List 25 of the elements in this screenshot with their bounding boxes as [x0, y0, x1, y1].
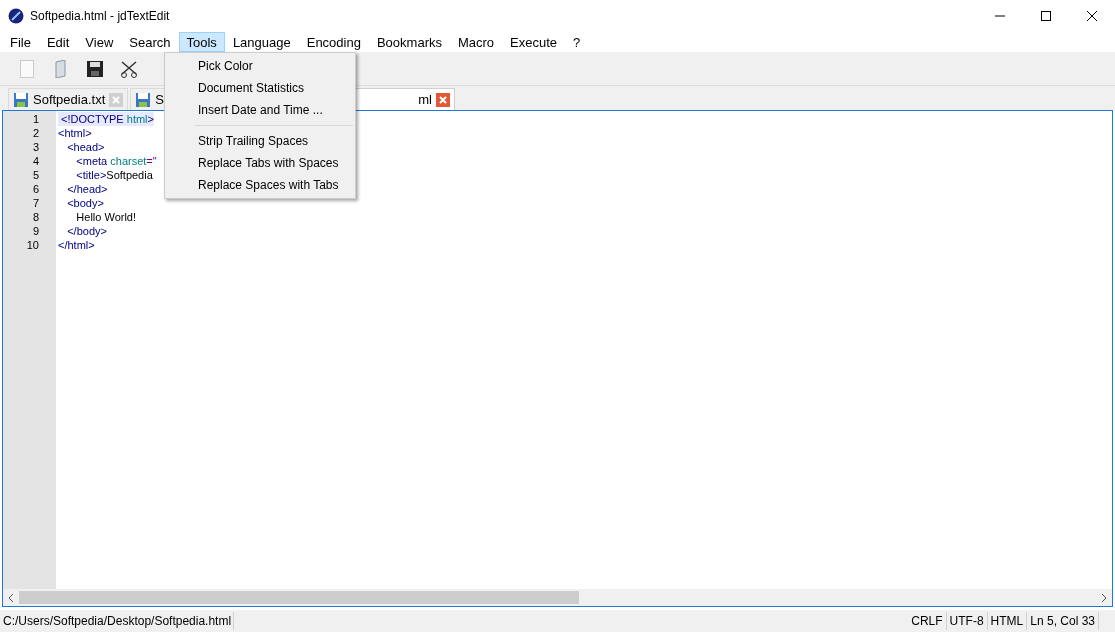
code-line: </body>	[66, 224, 107, 238]
line-number: 1	[31, 112, 40, 126]
encoding: UTF-8	[946, 612, 988, 630]
code-line: <body>	[66, 196, 104, 210]
cursor-position: Ln 5, Col 33	[1027, 612, 1099, 630]
code-line: Hello World!	[75, 210, 137, 224]
line-number: 6	[31, 182, 40, 196]
file-path: C:/Users/Softpedia/Desktop/Softpedia.html	[0, 612, 235, 630]
code-line: <html>	[58, 126, 92, 140]
line-ending: CRLF	[908, 612, 947, 630]
line-number: 8	[31, 210, 40, 224]
line-number: 7	[31, 196, 40, 210]
line-number: 9	[31, 224, 40, 238]
code-line: <meta charset="	[75, 154, 157, 168]
code-line: <title>Softpedia	[75, 168, 153, 182]
line-number: 2	[31, 126, 40, 140]
window-title: Softpedia.html - jdTextEdit	[30, 8, 170, 25]
language: HTML	[987, 612, 1028, 630]
line-number: 3	[31, 140, 40, 154]
line-number: 10	[25, 238, 40, 252]
code-line: <head>	[66, 140, 105, 154]
line-number: 5	[31, 168, 40, 182]
code-line: </html>	[58, 238, 95, 252]
code-line: </head>	[66, 182, 108, 196]
line-number: 4	[31, 154, 40, 168]
